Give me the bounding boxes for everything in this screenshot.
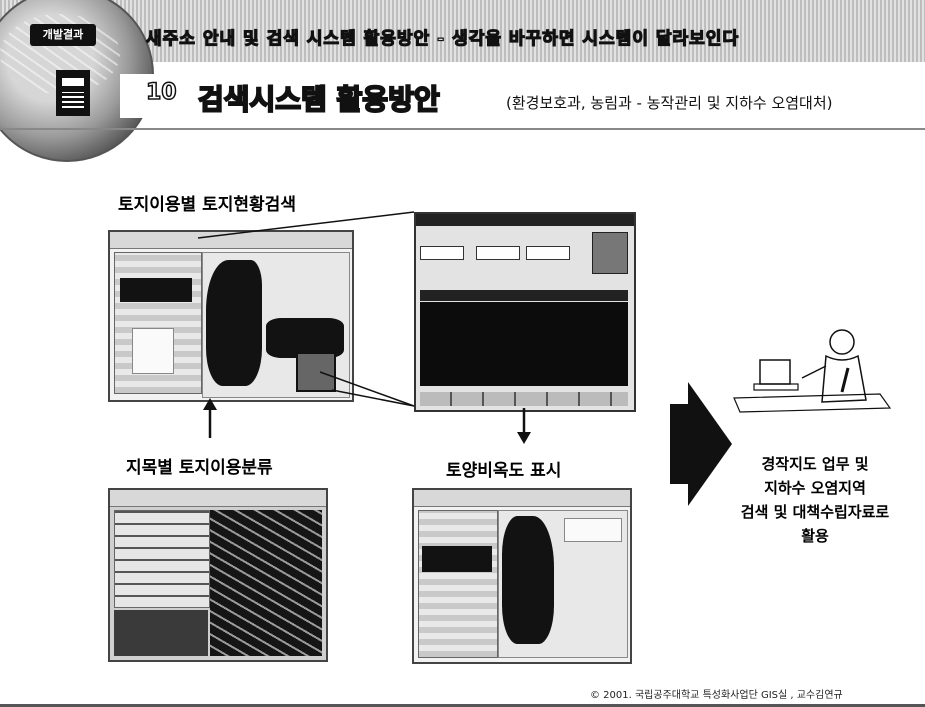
result-line-1: 경작지도 업무 및 [761, 455, 869, 473]
dialog-result-grid [420, 302, 628, 386]
result-description: 경작지도 업무 및 지하수 오염지역 검색 및 대책수립자료로 활용 [710, 452, 920, 548]
dialog-button-row [420, 392, 628, 406]
header-title: 새주소 안내 및 검색 시스템 활용방안 - 생각을 바꾸하면 시스템이 달라보… [145, 28, 740, 49]
map-region-dark [206, 260, 262, 386]
menu-bar [110, 232, 352, 249]
menu-bar [414, 490, 630, 507]
legend-box [132, 328, 174, 374]
result-line-2: 지하수 오염지역 [764, 479, 866, 497]
result-arrow-tail [670, 404, 690, 484]
dialog-field-1 [420, 246, 464, 260]
list-box [422, 546, 492, 572]
result-line-4: 활용 [801, 527, 829, 545]
copyright-footer: © 2001. 국립공주대학교 특성화사업단 GIS실 , 교수김연규 [590, 690, 843, 701]
screenshot-soil-display [412, 488, 632, 664]
zoom-region [296, 352, 336, 392]
document-icon [56, 70, 90, 116]
dialog-grid-header [420, 290, 628, 301]
section-subtitle: (환경보호과, 농림과 - 농작관리 및 지하수 오염대처) [506, 94, 833, 112]
header-divider [0, 128, 925, 130]
category-badge: 개발결과 [30, 24, 96, 46]
side-panel [418, 510, 498, 658]
map-region-dark [502, 516, 554, 644]
section-title: 검색시스템 활용방안 [197, 82, 441, 117]
menu-bar [110, 490, 326, 507]
screenshot-lot-classification [108, 488, 328, 662]
classification-table [114, 510, 210, 608]
info-popup [564, 518, 622, 542]
section-number: 10 [145, 79, 177, 106]
map-view [210, 510, 322, 656]
dialog-field-2 [476, 246, 520, 260]
dialog-search-button [592, 232, 628, 274]
office-worker-illustration-icon [733, 329, 892, 413]
caption-landuse-search: 토지이용별 토지현황검색 [118, 195, 296, 215]
dialog-field-3 [526, 246, 570, 260]
caption-lot-classification: 지목별 토지이용분류 [126, 458, 273, 478]
list-box [120, 278, 192, 302]
caption-soil-display: 토양비옥도 표시 [446, 461, 562, 481]
search-dialog-window [414, 212, 636, 412]
map-lower [114, 610, 208, 656]
dialog-titlebar [416, 214, 634, 226]
result-line-3: 검색 및 대책수립자료로 [740, 503, 890, 521]
